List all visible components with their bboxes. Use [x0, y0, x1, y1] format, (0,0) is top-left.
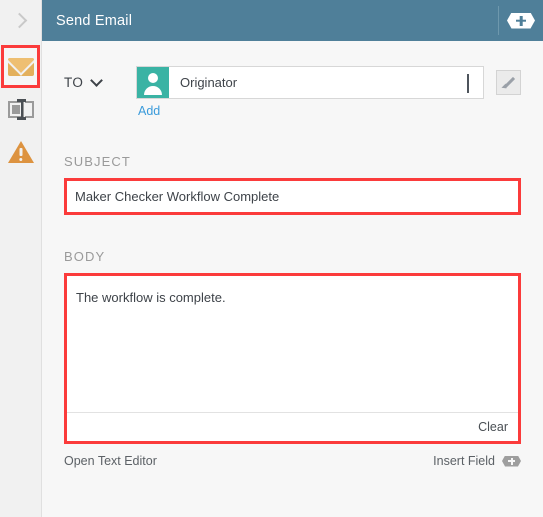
plus-hex-icon: [507, 12, 535, 29]
titlebar-divider: [498, 6, 499, 35]
form-content: TO Originator Add SUBJECT Maker Checker …: [42, 41, 543, 517]
recipient-select[interactable]: Originator: [136, 66, 484, 99]
icon-sidebar: [0, 41, 42, 517]
clear-button[interactable]: Clear: [478, 420, 508, 434]
sidebar-item-text-field[interactable]: [0, 88, 41, 131]
title-bar: Send Email: [42, 0, 543, 41]
envelope-icon: [7, 57, 34, 76]
plus-glyph: [516, 16, 526, 26]
chevron-right-icon: [11, 12, 27, 29]
collapse-panel-button[interactable]: [0, 0, 42, 41]
subject-label: SUBJECT: [64, 154, 131, 169]
send-email-panel: Send Email TO Originator Add SUBJECT Mak…: [0, 0, 543, 517]
open-text-editor-button[interactable]: Open Text Editor: [64, 454, 157, 468]
body-label: BODY: [64, 249, 106, 264]
footer-actions: Open Text Editor Insert Field: [64, 454, 521, 468]
clear-row: Clear: [67, 412, 518, 441]
chevron-down-icon: [90, 74, 104, 87]
body-field-highlight: The workflow is complete. Clear: [64, 273, 521, 444]
plus-hex-icon: [502, 455, 521, 467]
add-recipient-link[interactable]: Add: [138, 104, 160, 118]
insert-field-button[interactable]: Insert Field: [433, 454, 521, 468]
warning-triangle-icon: [7, 141, 34, 164]
text-field-icon: [7, 99, 34, 120]
page-title: Send Email: [56, 12, 133, 29]
chevron-down-icon: [467, 73, 469, 93]
insert-field-label: Insert Field: [433, 454, 495, 468]
top-bar: Send Email: [0, 0, 543, 41]
subject-field-highlight: Maker Checker Workflow Complete: [64, 178, 521, 215]
subject-input[interactable]: Maker Checker Workflow Complete: [67, 181, 518, 212]
recipient-dropdown-toggle[interactable]: [467, 73, 483, 93]
body-row: TO Originator Add SUBJECT Maker Checker …: [0, 41, 543, 517]
add-step-button[interactable]: [507, 12, 535, 29]
edit-recipient-button[interactable]: [496, 70, 521, 95]
person-icon: [137, 67, 169, 98]
to-field-selector[interactable]: TO: [64, 66, 136, 90]
sidebar-item-email[interactable]: [1, 45, 40, 88]
to-row: TO Originator Add: [64, 41, 521, 120]
recipient-wrap: Originator Add: [136, 66, 484, 120]
to-label: TO: [64, 75, 84, 90]
sidebar-item-warning[interactable]: [0, 131, 41, 174]
plus-glyph: [508, 458, 515, 465]
pencil-icon: [502, 76, 515, 89]
body-textarea[interactable]: The workflow is complete.: [67, 276, 518, 412]
recipient-value: Originator: [180, 75, 238, 90]
